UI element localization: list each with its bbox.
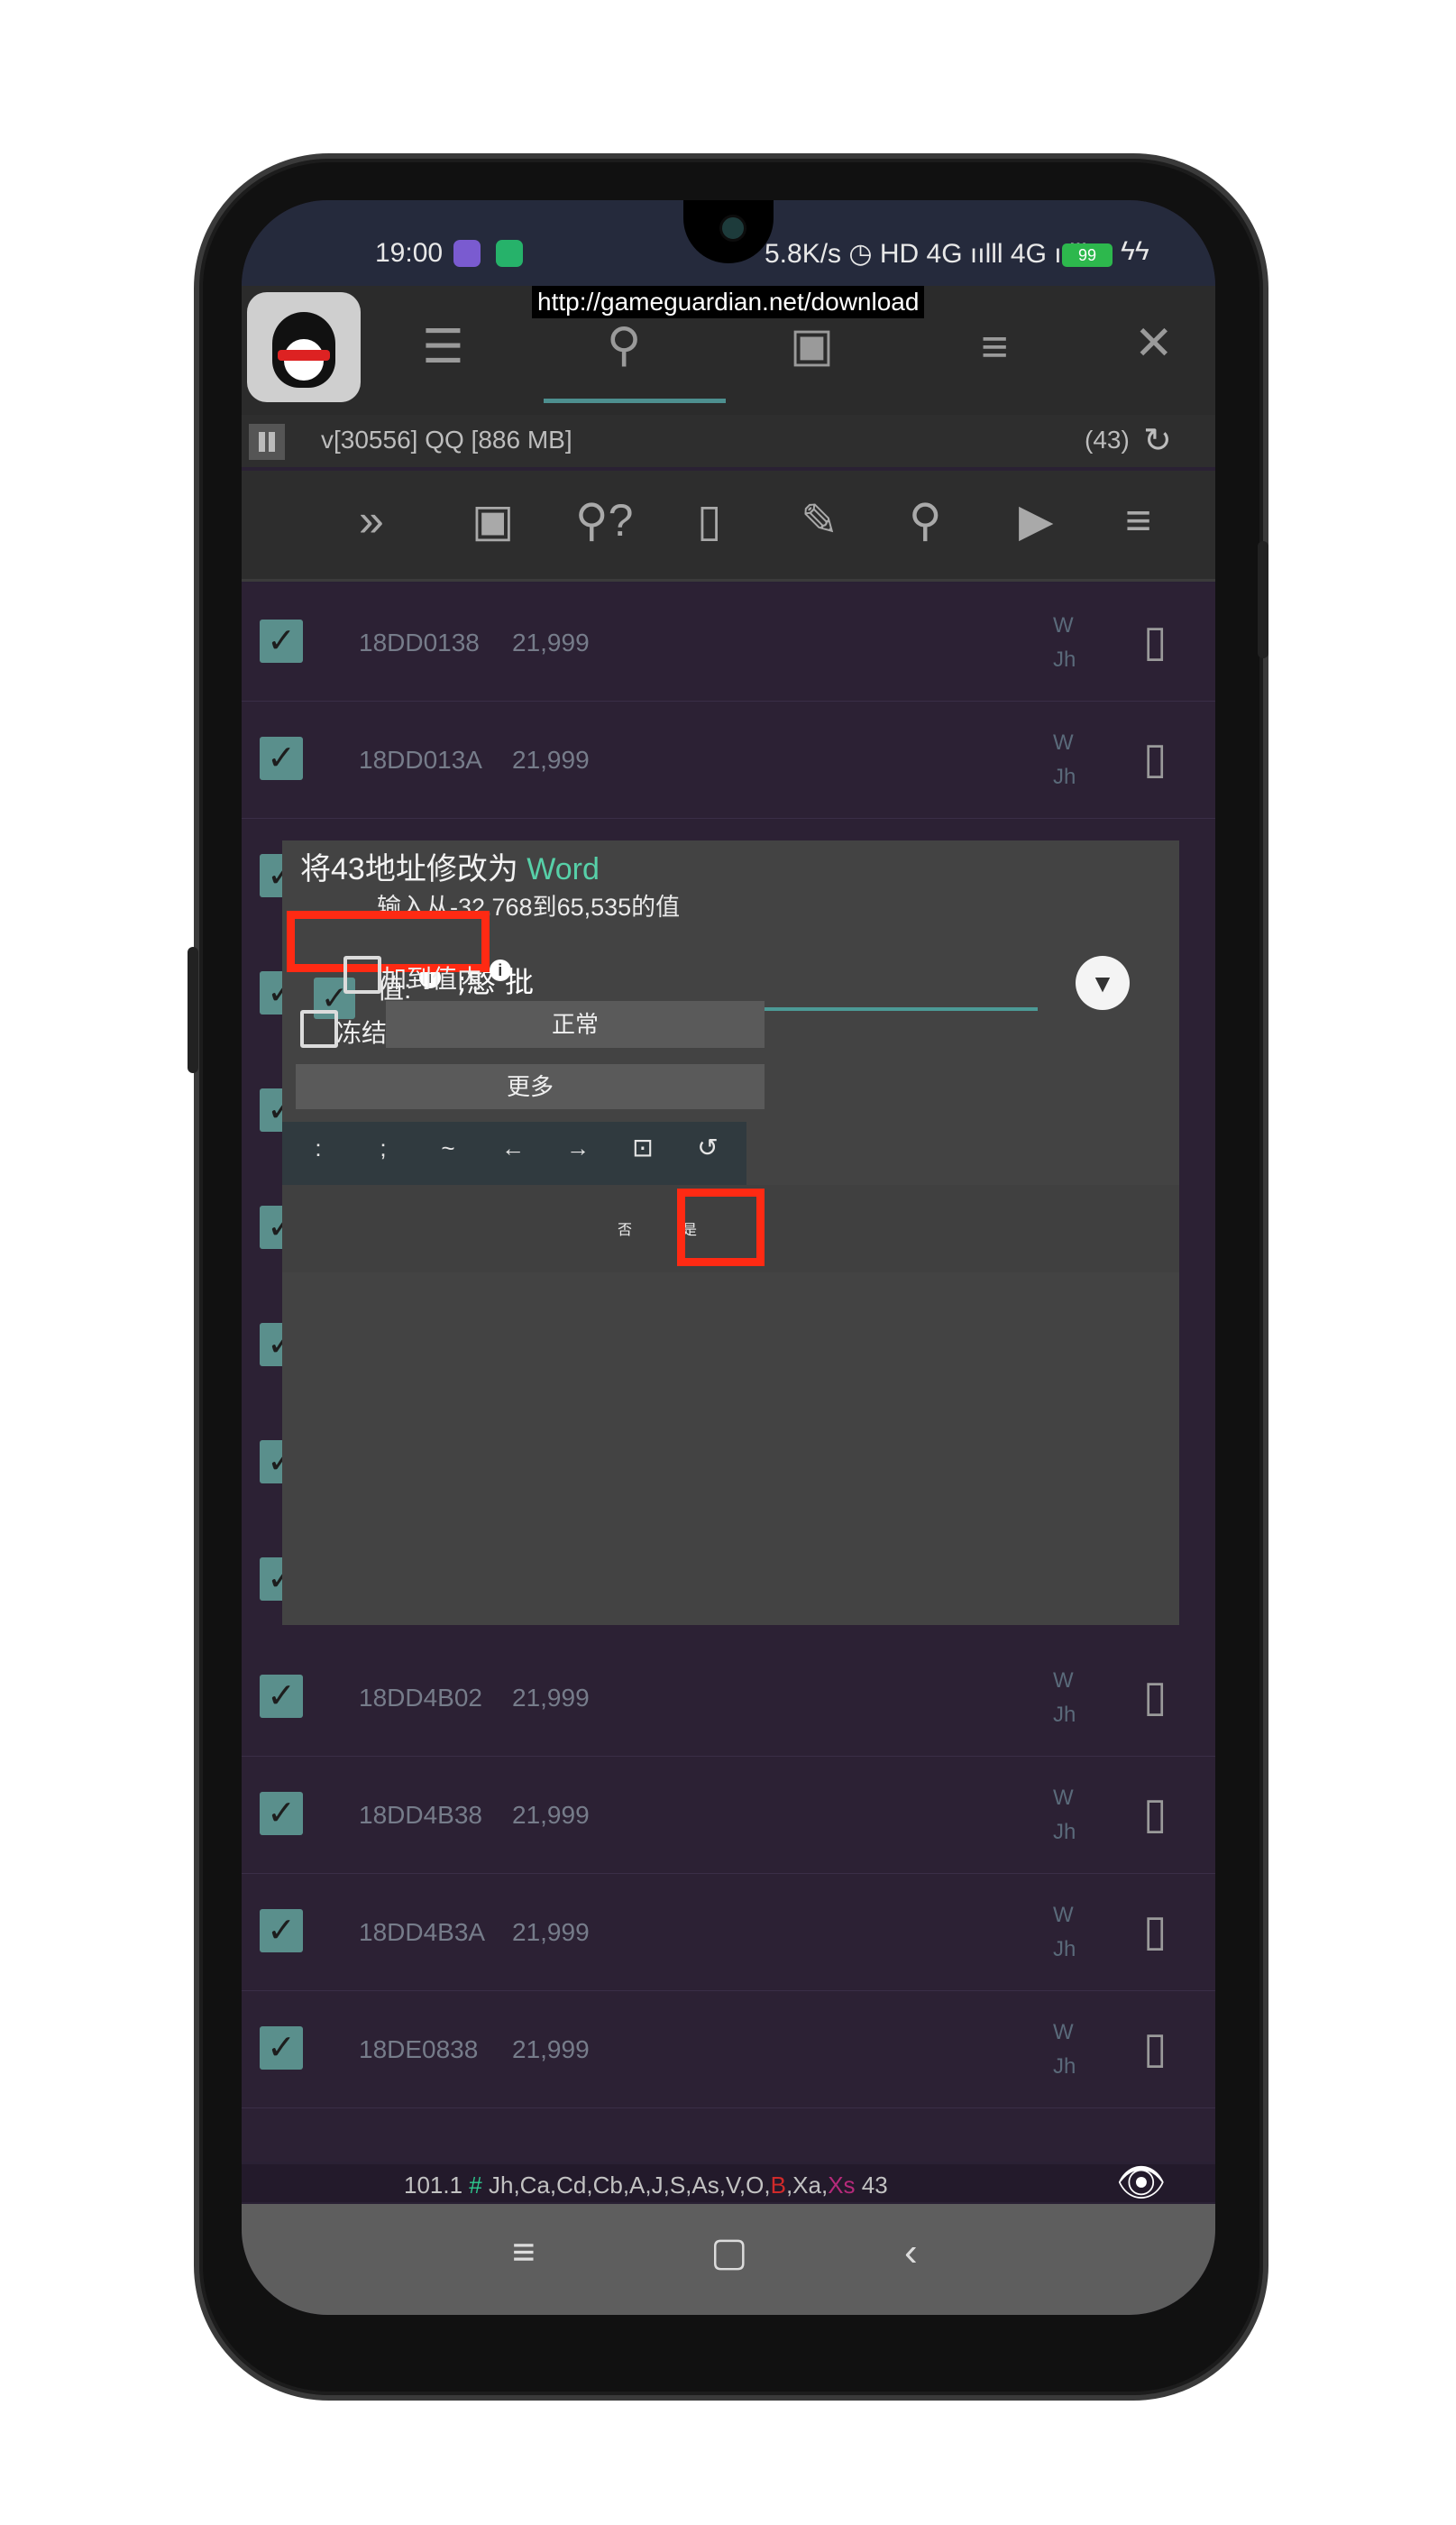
highlight-box <box>677 1189 765 1266</box>
row-flags: W Jh <box>1053 2020 1076 2079</box>
edit-icon[interactable]: ✎ <box>801 498 838 543</box>
key-right-arrow[interactable]: → <box>542 1134 614 1162</box>
row-flags: W Jh <box>1053 1903 1076 1961</box>
edit-value-dialog: 将43地址修改为 Word 输入从-32,768到65,535的值 ✓ 值: i… <box>282 840 1179 1625</box>
process-label[interactable]: v[30556] QQ [886 MB] <box>321 426 572 454</box>
search-unknown-icon[interactable]: ⚲? <box>575 498 633 543</box>
fast-forward-icon[interactable]: » <box>359 498 384 543</box>
eye-icon[interactable]: 👁 <box>1116 2159 1167 2206</box>
row-value: 21,999 <box>512 1684 590 1712</box>
list-item[interactable]: ✓ 18DD0138 21,999 W Jh ▯ <box>242 583 1215 702</box>
result-count: (43) <box>1085 426 1130 454</box>
chevron-down-icon[interactable]: ▼ <box>1076 956 1130 1010</box>
system-nav-bar: ≡ ▢ ‹ <box>242 2204 1215 2315</box>
quick-key-bar: : ; ~ ← → ⊡ ↺ <box>282 1122 746 1185</box>
key-colon[interactable]: : <box>282 1134 354 1162</box>
action-toolbar: » ▣ ⚲? ▯ ✎ ⚲ ▶ ≡ <box>242 471 1215 582</box>
row-value: 21,999 <box>512 1918 590 1946</box>
battery-icon: 99 <box>1062 243 1113 267</box>
app-logo[interactable] <box>247 292 361 402</box>
row-checkbox[interactable]: ✓ <box>260 1675 303 1718</box>
delete-row-icon[interactable]: ▯ <box>1143 616 1167 666</box>
results-list: ✓ 18DD0138 21,999 W Jh ▯ ✓ 18DD013A 21,99… <box>242 583 1215 2162</box>
list-item[interactable]: ✓ 18DD4B3A 21,999 W Jh ▯ <box>242 1873 1215 1991</box>
volume-button <box>1258 541 1268 658</box>
play-icon[interactable]: ▶ <box>1019 498 1053 543</box>
row-flags: W Jh <box>1053 730 1076 789</box>
row-flags: W Jh <box>1053 1786 1076 1844</box>
add-to-value-label: 加到值内 i <box>381 960 511 996</box>
row-checkbox[interactable]: ✓ <box>260 1909 303 1952</box>
refresh-icon[interactable]: ↻ <box>1143 420 1172 461</box>
row-checkbox[interactable]: ✓ <box>260 2026 303 2070</box>
row-checkbox[interactable]: ✓ <box>260 737 303 780</box>
list-icon[interactable]: ≡ <box>981 324 1008 371</box>
pause-icon[interactable] <box>249 424 285 460</box>
menu-icon[interactable]: ≡ <box>1125 498 1151 543</box>
row-value: 21,999 <box>512 1801 590 1829</box>
info-icon[interactable]: i <box>489 960 511 981</box>
select-all-icon[interactable]: ⊡ <box>607 1133 679 1162</box>
charging-icon: ϟϟ <box>1121 236 1149 266</box>
list-item[interactable]: ✓ 18DD013A 21,999 W Jh ▯ <box>242 701 1215 819</box>
dialog-title: 将43地址修改为 Word <box>300 852 600 886</box>
network-status: 5.8K/s ◷ HD 4G ıılll 4G ıılll <box>765 239 1087 269</box>
row-flags: W Jh <box>1053 613 1076 672</box>
close-icon[interactable]: ✕ <box>1134 320 1174 367</box>
list-item[interactable]: ✓ 18DE0838 21,999 W Jh ▯ <box>242 1990 1215 2108</box>
row-address: 18DD4B38 <box>359 1801 482 1829</box>
sliders-icon[interactable]: ☰ <box>422 324 464 371</box>
menu-icon[interactable]: ≡ <box>512 2233 536 2272</box>
delete-row-icon[interactable]: ▯ <box>1143 1671 1167 1722</box>
phone-screen: 19:00 5.8K/s ◷ HD 4G ıılll 4G ıılll 99 ϟ… <box>242 200 1215 2315</box>
row-value: 21,999 <box>512 2035 590 2063</box>
row-address: 18DD4B3A <box>359 1918 486 1946</box>
history-icon[interactable]: ↺ <box>672 1133 744 1162</box>
key-semicolon[interactable]: ; <box>347 1134 419 1162</box>
active-tab-indicator <box>544 399 726 403</box>
delete-icon[interactable]: ▯ <box>697 498 722 543</box>
row-flags: W Jh <box>1053 1668 1076 1727</box>
memory-ranges-text: 101.1 # Jh,Ca,Cd,Cb,A,J,S,As,V,O,B,Xa,Xs… <box>404 2172 888 2199</box>
search-icon[interactable]: ⚲ <box>607 322 641 369</box>
row-address: 18DD0138 <box>359 629 480 656</box>
bottom-status-bar: 101.1 # Jh,Ca,Cd,Cb,A,J,S,As,V,O,B,Xa,Xs… <box>242 2161 1215 2205</box>
app-notification-icon <box>496 240 523 267</box>
save-icon[interactable]: ▣ <box>790 322 834 369</box>
row-checkbox[interactable]: ✓ <box>260 1792 303 1835</box>
save-icon[interactable]: ▣ <box>472 498 514 543</box>
row-checkbox[interactable]: ✓ <box>260 620 303 663</box>
freeze-checkbox[interactable] <box>300 1010 338 1048</box>
delete-row-icon[interactable]: ▯ <box>1143 1788 1167 1839</box>
search-icon[interactable]: ⚲ <box>909 498 942 543</box>
row-address: 18DD4B02 <box>359 1684 482 1712</box>
process-bar: v[30556] QQ [886 MB] (43) ↻ <box>242 415 1215 467</box>
list-item[interactable]: ✓ 18DD4B02 21,999 W Jh ▯ <box>242 1639 1215 1757</box>
row-value: 21,999 <box>512 746 590 774</box>
more-button[interactable]: 更多 <box>296 1064 765 1109</box>
freeze-mode-button[interactable]: 正常 <box>386 1001 765 1048</box>
delete-row-icon[interactable]: ▯ <box>1143 733 1167 784</box>
home-icon[interactable]: ▢ <box>710 2233 748 2272</box>
row-address: 18DE0838 <box>359 2035 479 2063</box>
key-tilde[interactable]: ~ <box>412 1134 484 1162</box>
list-item[interactable]: ✓ 18DD4B38 21,999 W Jh ▯ <box>242 1756 1215 1874</box>
delete-row-icon[interactable]: ▯ <box>1143 1905 1167 1956</box>
delete-row-icon[interactable]: ▯ <box>1143 2023 1167 2073</box>
no-button[interactable]: 否 <box>618 1217 632 1239</box>
front-camera <box>719 215 746 242</box>
power-button <box>188 947 198 1073</box>
back-icon[interactable]: ‹ <box>904 2233 918 2272</box>
url-overlay: http://gameguardian.net/download <box>532 286 925 318</box>
key-left-arrow[interactable]: ← <box>477 1134 549 1162</box>
row-value: 21,999 <box>512 629 590 656</box>
app-notification-icon <box>453 240 481 267</box>
row-address: 18DD013A <box>359 746 482 774</box>
status-time: 19:00 <box>375 238 444 268</box>
add-to-value-checkbox[interactable] <box>343 956 381 994</box>
